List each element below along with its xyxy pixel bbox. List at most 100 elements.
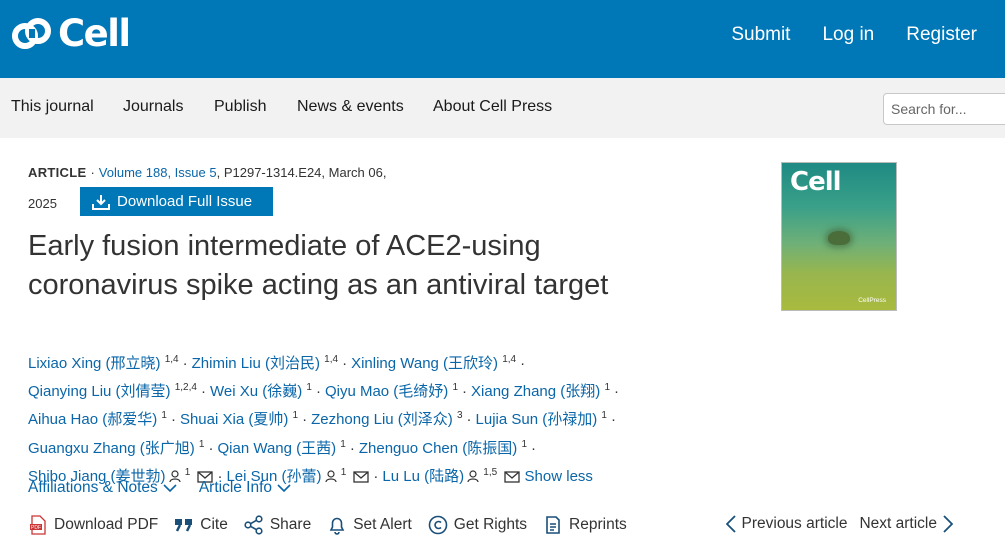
author-sep: · xyxy=(342,355,348,372)
affiliation-sup: 1 xyxy=(198,438,205,450)
previous-article-label: Previous article xyxy=(741,515,848,532)
author-link[interactable]: Guangxu Zhang (张广旭) 1 xyxy=(28,438,205,457)
affiliations-notes-label: Affiliations & Notes xyxy=(28,479,158,496)
next-article-link[interactable]: Next article xyxy=(859,515,959,533)
author-sep: · xyxy=(208,439,214,457)
cover-illustration xyxy=(828,231,850,245)
author-link[interactable]: Lu Lu (陆路) 1,5 xyxy=(382,466,498,485)
chevron-right-icon xyxy=(943,515,953,533)
nav-about-cell-press[interactable]: About Cell Press xyxy=(433,97,552,117)
author-sep: · xyxy=(610,411,616,429)
affiliation-sup: 1,5 xyxy=(483,466,498,478)
volume-issue-link[interactable]: Volume 188, Issue 5 xyxy=(99,165,217,180)
set-alert-label: Set Alert xyxy=(353,516,412,533)
cell-logo-icon xyxy=(12,18,51,49)
author-sep: · xyxy=(466,411,472,429)
email-icon[interactable] xyxy=(504,471,521,483)
author-sep: · xyxy=(200,383,206,401)
author-link[interactable]: Aihua Hao (郝爱华) 1 xyxy=(28,410,167,429)
nav-journals[interactable]: Journals xyxy=(123,97,183,117)
affiliation-sup: 1 xyxy=(292,410,299,422)
pages-date: P1297-1314.E24, March 06, xyxy=(223,165,387,180)
author-link[interactable]: Lujia Sun (孙禄加) 1 xyxy=(475,410,607,429)
affiliation-sup: 1 xyxy=(306,382,312,394)
author-name: Qiyu Mao (毛绮妤) xyxy=(324,383,449,401)
author-link[interactable]: Lixiao Xing (邢立晓) 1,4 xyxy=(28,354,179,372)
affiliation-sup: 1,4 xyxy=(324,354,339,365)
cite-button[interactable]: Cite xyxy=(174,516,228,534)
author-sep: · xyxy=(614,383,619,401)
register-link[interactable]: Register xyxy=(906,22,977,48)
login-link[interactable]: Log in xyxy=(822,22,874,48)
affiliation-sup: 1 xyxy=(184,466,191,478)
nav-news-events[interactable]: News & events xyxy=(297,97,404,117)
previous-article-link[interactable]: Previous article xyxy=(720,515,848,533)
author-link[interactable]: Zhimin Liu (刘治民) 1,4 xyxy=(191,354,339,372)
author-name: Lixiao Xing (邢立晓) xyxy=(28,355,161,372)
author-link[interactable]: Xinling Wang (王欣玲) 1,4 xyxy=(351,354,517,372)
author-name: Aihua Hao (郝爱华) xyxy=(28,411,158,429)
author-link[interactable]: Wei Xu (徐巍) 1 xyxy=(210,382,312,400)
affiliation-sup: 1,4 xyxy=(164,354,179,365)
affiliations-notes-toggle[interactable]: Affiliations & Notes xyxy=(28,479,177,497)
nav-publish[interactable]: Publish xyxy=(214,97,266,117)
author-name: Shuai Xia (夏帅) xyxy=(179,411,289,429)
download-pdf-button[interactable]: PDF Download PDF xyxy=(28,515,158,535)
cell-logo[interactable]: Cell xyxy=(12,12,131,55)
next-article-label: Next article xyxy=(859,515,937,532)
search-input[interactable] xyxy=(883,93,1005,125)
person-icon xyxy=(467,470,479,482)
journal-cover-image[interactable]: Cell CellPress xyxy=(781,162,897,311)
author-sep: · xyxy=(373,467,379,485)
chevron-down-icon xyxy=(277,483,291,492)
author-link[interactable]: Zezhong Liu (刘泽众) 3 xyxy=(311,410,463,428)
author-link[interactable]: Zhenguo Chen (陈振国) 1 xyxy=(359,438,527,457)
article-year: 2025 xyxy=(28,196,57,211)
author-name: Guangxu Zhang (张广旭) xyxy=(28,439,195,457)
author-link[interactable]: Qianying Liu (刘倩莹) 1,2,4 xyxy=(28,382,197,401)
author-name: Xinling Wang (王欣玲) xyxy=(351,355,499,372)
download-full-issue-label: Download Full Issue xyxy=(117,193,253,210)
email-icon[interactable] xyxy=(353,471,370,483)
author-link[interactable]: Shuai Xia (夏帅) 1 xyxy=(179,410,299,429)
author-name: Qianying Liu (刘倩莹) xyxy=(28,383,171,401)
share-icon xyxy=(244,515,263,535)
get-rights-button[interactable]: Get Rights xyxy=(428,515,527,535)
article-info-toggle[interactable]: Article Info xyxy=(199,479,291,497)
affiliation-sup: 1 xyxy=(604,382,610,394)
article-meta: ARTICLE · Volume 188, Issue 5, P1297-1314.… xyxy=(28,165,386,180)
article-title: Early fusion intermediate of ACE2-using … xyxy=(28,230,609,301)
author-sep: · xyxy=(462,383,468,401)
author-name: Lu Lu (陆路) xyxy=(382,467,465,485)
share-button[interactable]: Share xyxy=(244,515,311,535)
affiliation-sup: 1 xyxy=(601,410,607,422)
submit-link[interactable]: Submit xyxy=(731,22,790,48)
article-type: ARTICLE xyxy=(28,165,87,180)
author-name: Zhimin Liu (刘治民) xyxy=(191,355,320,372)
affiliation-sup: 1 xyxy=(452,382,459,394)
nav-this-journal[interactable]: This journal xyxy=(11,97,94,117)
author-link[interactable]: Qian Wang (王茜) 1 xyxy=(217,439,345,457)
copyright-icon xyxy=(428,515,448,535)
author-sep: · xyxy=(520,355,526,372)
set-alert-button[interactable]: Set Alert xyxy=(327,515,412,535)
affiliation-sup: 1,4 xyxy=(502,354,517,365)
author-link[interactable]: Xiang Zhang (张翔) 1 xyxy=(471,382,610,400)
affiliation-sup: 3 xyxy=(456,410,463,422)
logo-text: Cell xyxy=(58,12,131,55)
author-list: Lixiao Xing (邢立晓) 1,4 · Zhimin Liu (刘治民) 1… xyxy=(28,348,678,489)
author-link[interactable]: Qiyu Mao (毛绮妤) 1 xyxy=(324,382,459,401)
chevron-left-icon xyxy=(725,515,736,533)
author-sep: · xyxy=(315,383,321,401)
show-less-link[interactable]: Show less xyxy=(525,468,593,485)
author-name: Lujia Sun (孙禄加) xyxy=(475,411,598,429)
meta-punct: , xyxy=(216,165,224,180)
reprints-button[interactable]: Reprints xyxy=(543,515,627,535)
author-sep: · xyxy=(170,411,176,429)
meta-separator: · xyxy=(90,165,95,180)
download-full-issue-button[interactable]: Download Full Issue xyxy=(80,187,273,216)
reprints-label: Reprints xyxy=(569,516,627,533)
bell-icon xyxy=(329,517,345,535)
affiliation-sup: 1 xyxy=(521,438,527,450)
download-pdf-label: Download PDF xyxy=(54,516,159,533)
